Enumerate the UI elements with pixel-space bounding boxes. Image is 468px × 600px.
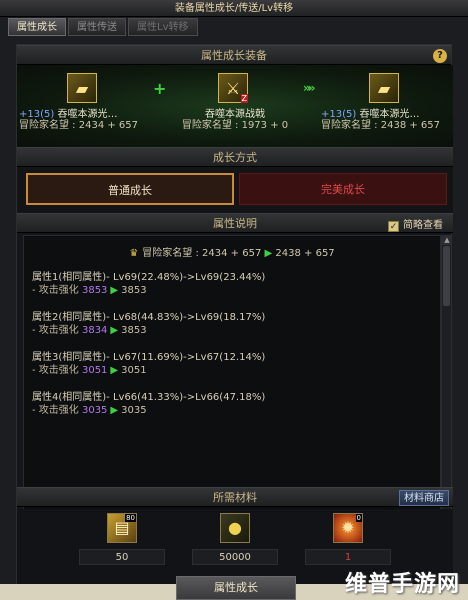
arrow-right-icon: »»: [303, 81, 315, 95]
attribute-stat: - 攻击强化: [32, 405, 82, 416]
source-name: 吞噬本源光…: [57, 109, 118, 120]
material-quantity: 50: [79, 549, 165, 565]
attribute-before: 3051: [81, 365, 108, 376]
attribute-title: 属性2(相同属性)- Lv68(44.83%)->Lv69(18.17%): [32, 312, 266, 323]
description-header-label: 属性说明: [213, 217, 257, 230]
result-equipment-slot[interactable]: ▰: [369, 73, 399, 103]
attribute-stat: - 攻击强化: [32, 365, 82, 376]
result-name: 吞噬本源光…: [359, 109, 420, 120]
reputation-after: 2438 + 657: [275, 248, 335, 259]
triangle-right-icon: ▶: [110, 405, 119, 416]
material-equipment-slot[interactable]: ⚔ Z: [218, 73, 248, 103]
tab-attribute-transfer[interactable]: 属性传送: [68, 18, 126, 36]
attribute-2: 属性2(相同属性)- Lv68(44.83%)->Lv69(18.17%) - …: [32, 311, 432, 337]
source-equipment-slot[interactable]: ▰: [67, 73, 97, 103]
triangle-right-icon: ▶: [110, 285, 119, 296]
material-count: 0: [355, 514, 362, 522]
material-shop-button[interactable]: 材料商店: [399, 490, 449, 506]
result-level: +13(5): [321, 109, 357, 120]
attribute-growth-button[interactable]: 属性成长: [176, 576, 296, 600]
source-level: +13(5): [19, 109, 55, 120]
material-quantity: 1: [305, 549, 391, 565]
attribute-stat: - 攻击强化: [32, 325, 82, 336]
material-item-2: ● 50000: [192, 513, 278, 565]
material-item-3: ✹ 0 1: [305, 513, 391, 565]
attribute-before: 3035: [81, 405, 108, 416]
fire-orb-icon[interactable]: ✹ 0: [333, 513, 363, 543]
equip-header-label: 属性成长装备: [201, 49, 267, 62]
reputation-before: 2434 + 657: [202, 248, 262, 259]
material-rep-label: 冒险家名望 :: [181, 120, 242, 131]
attribute-title: 属性1(相同属性)- Lv69(22.48%)->Lv69(23.44%): [32, 272, 266, 283]
source-rep-value: 2434 + 657: [78, 120, 139, 131]
attribute-4: 属性4(相同属性)- Lv66(41.33%)->Lv66(47.18%) - …: [32, 391, 432, 417]
game-window: 装备属性成长/传送/Lv转移 属性成长 属性传送 属性Lv转移 属性成长装备 ?…: [0, 0, 468, 600]
attribute-before: 3834: [81, 325, 108, 336]
tab-level-transfer[interactable]: 属性Lv转移: [128, 18, 198, 36]
triangle-right-icon: ▶: [264, 248, 273, 259]
normal-growth-button[interactable]: 普通成长: [26, 173, 234, 205]
perfect-growth-button[interactable]: 完美成长: [239, 173, 447, 205]
checkmark-icon: ✓: [388, 220, 399, 232]
armor-icon: ▰: [377, 78, 391, 98]
weapon-icon: ⚔: [225, 78, 241, 98]
mode-area: 普通成长 完美成长: [17, 167, 453, 213]
gold-ticket-icon[interactable]: ▤ 80: [107, 513, 137, 543]
simple-view-checkbox[interactable]: ✓ 简略查看: [388, 216, 443, 236]
description-box: ♛ 冒险家名望 : 2434 + 657 ▶ 2438 + 657 属性1(相同属…: [23, 235, 441, 523]
scroll-up-icon[interactable]: ▲: [442, 235, 452, 245]
source-equipment-info: +13(5) 吞噬本源光… 冒险家名望 : 2434 + 657: [19, 109, 138, 131]
triangle-right-icon: ▶: [110, 365, 119, 376]
material-count: 80: [125, 514, 136, 522]
tab-attribute-growth[interactable]: 属性成长: [8, 18, 66, 36]
result-rep-label: 冒险家名望 :: [321, 120, 381, 131]
source-rep-label: 冒险家名望 :: [19, 120, 79, 131]
attribute-after: 3051: [121, 365, 147, 376]
attribute-1: 属性1(相同属性)- Lv69(22.48%)->Lv69(23.44%) - …: [32, 271, 432, 297]
material-name: 吞噬本源战戟: [205, 109, 265, 120]
description-scrollbar[interactable]: ▲ ▼: [441, 235, 452, 523]
material-badge: Z: [240, 94, 248, 103]
material-quantity: 50000: [192, 549, 278, 565]
reputation-change: ♛ 冒险家名望 : 2434 + 657 ▶ 2438 + 657: [32, 244, 432, 259]
simple-view-label: 简略查看: [403, 220, 443, 231]
materials-header-label: 所需材料: [213, 491, 257, 504]
armor-icon: ▰: [75, 78, 89, 98]
main-panel: 属性成长装备 ? ▰ + ⚔ Z »» ▰ +13(5) 吞噬本源光… 冒险家名…: [16, 44, 453, 585]
help-icon[interactable]: ?: [433, 49, 447, 63]
scroll-thumb[interactable]: [443, 246, 450, 306]
material-item-1: ▤ 80 50: [79, 513, 165, 565]
tab-bar: 属性成长 属性传送 属性Lv转移: [8, 18, 198, 36]
gold-coins-icon[interactable]: ●: [220, 513, 250, 543]
mode-header-label: 成长方式: [213, 151, 257, 164]
attribute-before: 3853: [81, 285, 108, 296]
result-equipment-info: +13(5) 吞噬本源光… 冒险家名望 : 2438 + 657: [321, 109, 440, 131]
attribute-stat: - 攻击强化: [32, 285, 82, 296]
plus-icon: +: [153, 79, 167, 98]
description-section-header: 属性说明 ✓ 简略查看: [17, 213, 453, 233]
watermark-text: 维普手游网: [344, 572, 460, 597]
reputation-icon: ♛: [129, 248, 139, 259]
attribute-after: 3035: [121, 405, 147, 416]
attribute-after: 3853: [121, 285, 147, 296]
result-rep-value: 2438 + 657: [380, 120, 441, 131]
attribute-title: 属性3(相同属性)- Lv67(11.69%)->Lv67(12.14%): [32, 352, 266, 363]
window-title: 装备属性成长/传送/Lv转移: [0, 0, 468, 17]
attribute-after: 3853: [121, 325, 147, 336]
equip-section-header: 属性成长装备 ?: [17, 45, 451, 65]
equip-area: ▰ + ⚔ Z »» ▰ +13(5) 吞噬本源光… 冒险家名望 : 2434 …: [17, 65, 453, 147]
attribute-title: 属性4(相同属性)- Lv66(41.33%)->Lv66(47.18%): [32, 392, 266, 403]
materials-section-header: 所需材料 材料商店: [17, 487, 453, 507]
material-rep-value: 1973 + 0: [241, 120, 289, 131]
material-equipment-info: 吞噬本源战戟 冒险家名望 : 1973 + 0: [180, 109, 290, 131]
triangle-right-icon: ▶: [110, 325, 119, 336]
mode-section-header: 成长方式: [17, 147, 453, 167]
reputation-label: 冒险家名望 :: [142, 248, 203, 259]
attribute-3: 属性3(相同属性)- Lv67(11.69%)->Lv67(12.14%) - …: [32, 351, 432, 377]
